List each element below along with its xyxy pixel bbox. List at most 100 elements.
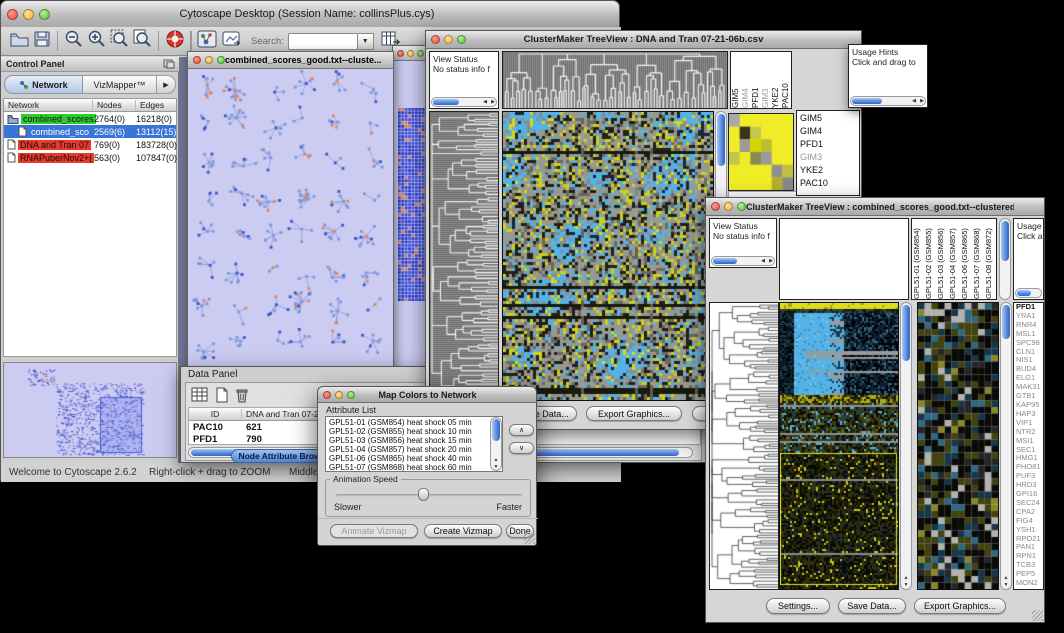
tv2-collabels-vscrollbar[interactable] xyxy=(999,218,1011,300)
tv1-heatmap[interactable] xyxy=(503,112,713,400)
tv1-row-label[interactable]: GIM5 xyxy=(797,112,859,125)
tv1-column-label[interactable]: GIM3 xyxy=(761,52,771,108)
tv2-column-label[interactable]: GPL51-01 (GSM854) xyxy=(912,219,924,299)
animate-vizmap-button[interactable]: Animate Vizmap xyxy=(330,524,418,538)
create-vizmap-button[interactable]: Create Vizmap xyxy=(424,524,502,538)
network-row[interactable]: DNA and Tran 07769(0)183728(0) xyxy=(4,138,176,151)
network-row[interactable]: RNAPuberNov2+|563(0)107847(0) xyxy=(4,151,176,164)
tv1-column-label[interactable]: PAC10 xyxy=(781,52,791,108)
zoom-in-icon[interactable] xyxy=(87,29,106,53)
attribute-item[interactable]: GPL51-06 (GSM865) heat shock 40 min xyxy=(326,454,502,463)
close-icon[interactable] xyxy=(711,202,720,211)
tv2-save-data-button[interactable]: Save Data... xyxy=(838,598,906,614)
close-icon[interactable] xyxy=(431,35,440,44)
more-tabs-button[interactable]: ▶ xyxy=(157,75,176,94)
tv1-usage-hscrollbar[interactable]: ◀ ▶ xyxy=(850,96,926,106)
minimize-icon[interactable] xyxy=(335,391,343,399)
close-icon[interactable] xyxy=(323,391,331,399)
zoom-selected-icon[interactable] xyxy=(110,29,129,53)
maximize-icon[interactable] xyxy=(457,35,466,44)
attribute-item[interactable]: GPL51-03 (GSM856) heat shock 15 min xyxy=(326,436,502,445)
tv2-heatmap-vscrollbar[interactable]: ▲▼ xyxy=(900,302,912,590)
tv1-column-label[interactable]: YKE2 xyxy=(771,52,781,108)
tv2-status-hscrollbar[interactable]: ◀ ▶ xyxy=(711,256,775,266)
tv1-row-label[interactable]: PAC10 xyxy=(797,177,859,190)
tv1-row-label[interactable]: GIM3 xyxy=(797,151,859,164)
tv2-usage-hscrollbar[interactable] xyxy=(1015,288,1042,298)
network-row[interactable]: combined_scores2764(0)16218(0) xyxy=(4,112,176,125)
zoom-fit-icon[interactable] xyxy=(133,29,152,53)
tv2-column-label[interactable]: GPL51-04 (GSM857) xyxy=(948,219,960,299)
minimize-icon[interactable] xyxy=(205,56,213,64)
network-overview[interactable] xyxy=(3,362,177,458)
attribute-item[interactable]: GPL51-02 (GSM855) heat shock 10 min xyxy=(326,427,502,436)
network-canvas[interactable] xyxy=(188,69,393,373)
tv1-column-label[interactable]: GIM5 xyxy=(731,52,741,108)
tv1-row-label[interactable]: YKE2 xyxy=(797,164,859,177)
vizmapper-shortcut-icon[interactable] xyxy=(197,30,217,53)
open-file-icon[interactable] xyxy=(9,30,29,53)
tv1-row-dendrogram[interactable] xyxy=(430,112,498,400)
tv1-status-hscrollbar[interactable]: ◀ ▶ xyxy=(431,97,497,107)
tv1-export-graphics-button[interactable]: Export Graphics... xyxy=(586,406,682,421)
tv1-column-dendrogram[interactable] xyxy=(503,52,727,108)
gene-label[interactable]: MON2 xyxy=(1014,579,1043,588)
network-row[interactable]: combined_sco2569(6)13112(15) xyxy=(4,125,176,138)
tv2-column-label[interactable]: GPL51-02 (GSM855) xyxy=(924,219,936,299)
speed-slider-track[interactable] xyxy=(336,494,522,497)
help-ring-icon[interactable] xyxy=(165,29,185,54)
attribute-list[interactable]: GPL51-01 (GSM854) heat shock 05 minGPL51… xyxy=(325,416,503,472)
tab-network[interactable]: Network xyxy=(4,75,83,94)
main-titlebar[interactable]: Cytoscape Desktop (Session Name: collins… xyxy=(1,1,619,28)
tv1-column-label[interactable]: GIM4 xyxy=(741,52,751,108)
minimize-icon[interactable] xyxy=(444,35,453,44)
resize-grip[interactable] xyxy=(524,533,535,544)
tv2-column-label[interactable]: GPL51-08 (GSM872) xyxy=(984,219,996,299)
tv2-column-label[interactable]: GPL51-07 (GSM868) xyxy=(972,219,984,299)
network-import-icon[interactable] xyxy=(221,30,241,53)
close-icon[interactable] xyxy=(193,56,201,64)
maximize-icon[interactable] xyxy=(39,9,50,20)
maximize-icon[interactable] xyxy=(347,391,355,399)
maximize-icon[interactable] xyxy=(217,56,225,64)
new-attribute-icon[interactable] xyxy=(214,387,230,408)
search-dropdown-button[interactable]: ▼ xyxy=(358,33,374,50)
resize-grip[interactable] xyxy=(1032,610,1043,621)
tv1-column-label[interactable]: PFD1 xyxy=(751,52,761,108)
zoom-out-icon[interactable] xyxy=(64,29,83,53)
tv2-zoom-heatmap[interactable] xyxy=(918,303,998,589)
close-icon[interactable] xyxy=(397,50,404,57)
move-down-button[interactable]: ∨ xyxy=(509,442,534,454)
tv2-column-dendrogram-area[interactable] xyxy=(779,218,909,300)
close-icon[interactable] xyxy=(7,9,18,20)
tv2-row-dendrogram[interactable] xyxy=(710,303,778,589)
attribute-table-icon[interactable] xyxy=(191,387,209,408)
delete-attribute-icon[interactable] xyxy=(234,387,250,408)
attribute-item[interactable]: GPL51-01 (GSM854) heat shock 05 min xyxy=(326,418,502,427)
tv2-column-label[interactable]: GPL51-06 (GSM865) xyxy=(960,219,972,299)
minimize-icon[interactable] xyxy=(23,9,34,20)
attribute-item[interactable]: GPL51-07 (GSM868) heat shock 60 min xyxy=(326,463,502,472)
tv1-row-label[interactable]: GIM4 xyxy=(797,125,859,138)
maximize-icon[interactable] xyxy=(417,50,424,57)
tv2-column-label[interactable]: GPL51-03 (GSM856) xyxy=(936,219,948,299)
tv1-row-label[interactable]: PFD1 xyxy=(797,138,859,151)
tv2-export-graphics-button[interactable]: Export Graphics... xyxy=(914,598,1006,614)
attribute-list-vscrollbar[interactable]: ▲▼ xyxy=(490,417,502,471)
move-up-button[interactable]: ∧ xyxy=(509,424,534,436)
attribute-item[interactable]: GPL51-04 (GSM857) heat shock 20 min xyxy=(326,445,502,454)
minimize-icon[interactable] xyxy=(407,50,414,57)
network-table-header[interactable]: Network Nodes Edges xyxy=(4,99,176,112)
speed-slider-thumb[interactable] xyxy=(418,488,429,501)
tv2-genes-vscrollbar[interactable]: ▲▼ xyxy=(1000,302,1012,590)
network-overview-canvas[interactable] xyxy=(4,363,176,457)
tv2-settings-button[interactable]: Settings... xyxy=(766,598,830,614)
tv1-zoom-matrix[interactable] xyxy=(729,114,793,190)
tv2-heatmap[interactable] xyxy=(780,303,898,589)
minimize-icon[interactable] xyxy=(724,202,733,211)
tab-vizmapper[interactable]: VizMapper™ xyxy=(83,75,157,94)
float-panel-icon[interactable] xyxy=(163,59,175,69)
maximize-icon[interactable] xyxy=(737,202,746,211)
save-session-icon[interactable] xyxy=(33,30,51,53)
search-input[interactable] xyxy=(288,33,358,50)
